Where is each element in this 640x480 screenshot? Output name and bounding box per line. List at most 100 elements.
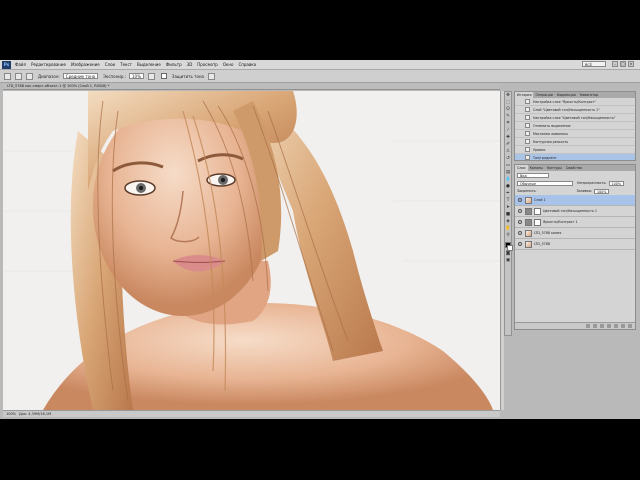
history-item[interactable]: Отменить выделение [515, 122, 635, 130]
airbrush-icon[interactable] [147, 72, 155, 80]
status-bar: 100% Док: 4,39M/16,1M [3, 410, 500, 417]
zoom-readout[interactable]: 100% [6, 412, 16, 416]
link-layers-icon[interactable] [586, 324, 590, 328]
clone-stamp-tool-icon[interactable]: ♙ [505, 149, 511, 155]
quick-select-tool-icon[interactable]: ✎ [505, 114, 511, 120]
history-item[interactable]: Настройка слоя "Яркость/Контраст" [515, 98, 635, 106]
layer-row[interactable]: LTD_5788 [515, 239, 635, 250]
maximize-button[interactable]: □ [620, 61, 626, 67]
history-brush-tool-icon[interactable]: ↺ [505, 156, 511, 162]
layer-filter-select[interactable]: Вид [517, 172, 549, 178]
history-step-icon [525, 139, 530, 144]
path-select-tool-icon[interactable]: ➤ [505, 205, 511, 211]
3d-tool-icon[interactable]: ◈ [505, 219, 511, 225]
layer-style-icon[interactable] [593, 324, 597, 328]
visibility-eye-icon[interactable] [518, 209, 522, 213]
history-item-label: Слой "Цветовой тон/Насыщенность 1" [533, 107, 600, 112]
protect-tones-checkbox[interactable] [160, 73, 167, 79]
close-button[interactable]: × [628, 61, 634, 67]
history-step-icon [525, 155, 530, 160]
hand-tool-icon[interactable]: ✋ [505, 226, 511, 232]
pressure-icon[interactable] [208, 72, 215, 80]
toolbox: ✥ ⬚ ʘ ✎ ⌗ ⁄ ✚ ✐ ♙ ↺ ▭ ▤ 💧 ● ✒ T ➤ ■ ◈ ✋ … [504, 91, 513, 336]
brush-panel-icon[interactable] [26, 72, 33, 80]
history-item[interactable]: Контурная резкость [515, 138, 635, 146]
menu-layers[interactable]: Слои [105, 62, 115, 67]
fill-input[interactable]: 100% [593, 188, 610, 194]
document-tab[interactable]: LTD_5788 как смарт-объект-1 @ 100% (Слой… [3, 83, 500, 90]
tab-navigator[interactable]: Навигатор [578, 93, 600, 97]
history-item[interactable]: Слой "Цветовой тон/Насыщенность 1" [515, 106, 635, 114]
tab-adjustments[interactable]: Коррекция [555, 93, 578, 97]
menu-type[interactable]: Текст [120, 62, 132, 67]
layers-panel-footer [515, 322, 635, 329]
quick-mask-icon[interactable]: ◙ [505, 251, 511, 257]
lock-label: Закрепить: [517, 189, 537, 193]
exposure-input[interactable]: 10% [128, 73, 144, 79]
layer-row[interactable]: Яркость/Контраст 1 [515, 217, 635, 228]
blend-mode-select[interactable]: Обычные [517, 180, 573, 186]
layer-name: Яркость/Контраст 1 [543, 220, 578, 224]
move-tool-icon[interactable]: ✥ [505, 93, 511, 99]
background-color-swatch[interactable] [507, 245, 513, 251]
brush-preset-icon[interactable] [15, 72, 22, 80]
menu-edit[interactable]: Редактирование [31, 62, 66, 67]
layer-thumbnail [525, 229, 532, 237]
menu-view[interactable]: Просмотр [197, 62, 218, 67]
minimize-button[interactable]: – [612, 61, 618, 67]
eyedropper-tool-icon[interactable]: ⁄ [505, 128, 511, 134]
menu-filter[interactable]: Фильтр [166, 62, 182, 67]
history-item[interactable]: Настройка слоя "Цветовой тон/Насыщенност… [515, 114, 635, 122]
eraser-tool-icon[interactable]: ▭ [505, 163, 511, 169]
healing-tool-icon[interactable]: ✚ [505, 135, 511, 141]
shape-tool-icon[interactable]: ■ [505, 212, 511, 218]
type-tool-icon[interactable]: T [505, 198, 511, 204]
menu-image[interactable]: Изображение [71, 62, 100, 67]
menu-file[interactable]: Файл [15, 62, 26, 67]
blur-tool-icon[interactable]: 💧 [505, 177, 511, 183]
gradient-tool-icon[interactable]: ▤ [505, 170, 511, 176]
layer-row-selected[interactable]: Слой 1 [515, 195, 635, 206]
layer-row[interactable]: Цветовой тон/Насыщенность 1 [515, 206, 635, 217]
visibility-eye-icon[interactable] [518, 231, 522, 235]
history-item[interactable]: Масляная живопись [515, 130, 635, 138]
tab-properties[interactable]: Свойства [564, 166, 584, 170]
delete-layer-icon[interactable] [628, 324, 632, 328]
tab-channels[interactable]: Каналы [528, 166, 545, 170]
visibility-eye-icon[interactable] [518, 220, 522, 224]
new-layer-icon[interactable] [621, 324, 625, 328]
lasso-tool-icon[interactable]: ʘ [505, 107, 511, 113]
add-mask-icon[interactable] [600, 324, 604, 328]
tab-paths[interactable]: Контуры [545, 166, 564, 170]
tab-layers[interactable]: Слои [515, 165, 528, 171]
workspace-select[interactable]: ВСЁ [582, 61, 606, 67]
document-size[interactable]: Док: 4,39M/16,1M [19, 412, 51, 416]
menu-3d[interactable]: 3D [187, 62, 193, 67]
range-select[interactable]: Средние тона [62, 73, 99, 79]
history-item[interactable]: Уровни [515, 146, 635, 154]
history-item-selected[interactable]: Тон/градиент [515, 154, 635, 160]
new-group-icon[interactable] [614, 324, 618, 328]
pen-tool-icon[interactable]: ✒ [505, 191, 511, 197]
visibility-eye-icon[interactable] [518, 242, 522, 246]
screen-mode-icon[interactable]: ▣ [505, 258, 511, 264]
tab-history[interactable]: История [515, 92, 534, 98]
document-canvas[interactable] [3, 91, 500, 410]
tab-actions[interactable]: Операции [533, 93, 554, 97]
marquee-tool-icon[interactable]: ⬚ [505, 100, 511, 106]
zoom-tool-icon[interactable]: ⚲ [505, 233, 511, 239]
dodge-tool-icon[interactable]: ● [505, 184, 511, 190]
brush-tool-icon[interactable]: ✐ [505, 142, 511, 148]
sharpen-tool-icon[interactable] [4, 72, 11, 80]
menu-window[interactable]: Окно [223, 62, 234, 67]
adjustment-layer-button-icon[interactable] [607, 324, 611, 328]
menu-select[interactable]: Выделение [137, 62, 161, 67]
crop-tool-icon[interactable]: ⌗ [505, 121, 511, 127]
opacity-input[interactable]: 100% [608, 180, 624, 186]
history-step-icon [525, 123, 530, 128]
menu-help[interactable]: Справка [238, 62, 256, 67]
photoshop-window: Ps Файл Редактирование Изображение Слои … [0, 60, 640, 419]
color-swatches[interactable] [505, 242, 513, 251]
visibility-eye-icon[interactable] [518, 198, 522, 202]
layer-row[interactable]: LTD_5788 копия [515, 228, 635, 239]
